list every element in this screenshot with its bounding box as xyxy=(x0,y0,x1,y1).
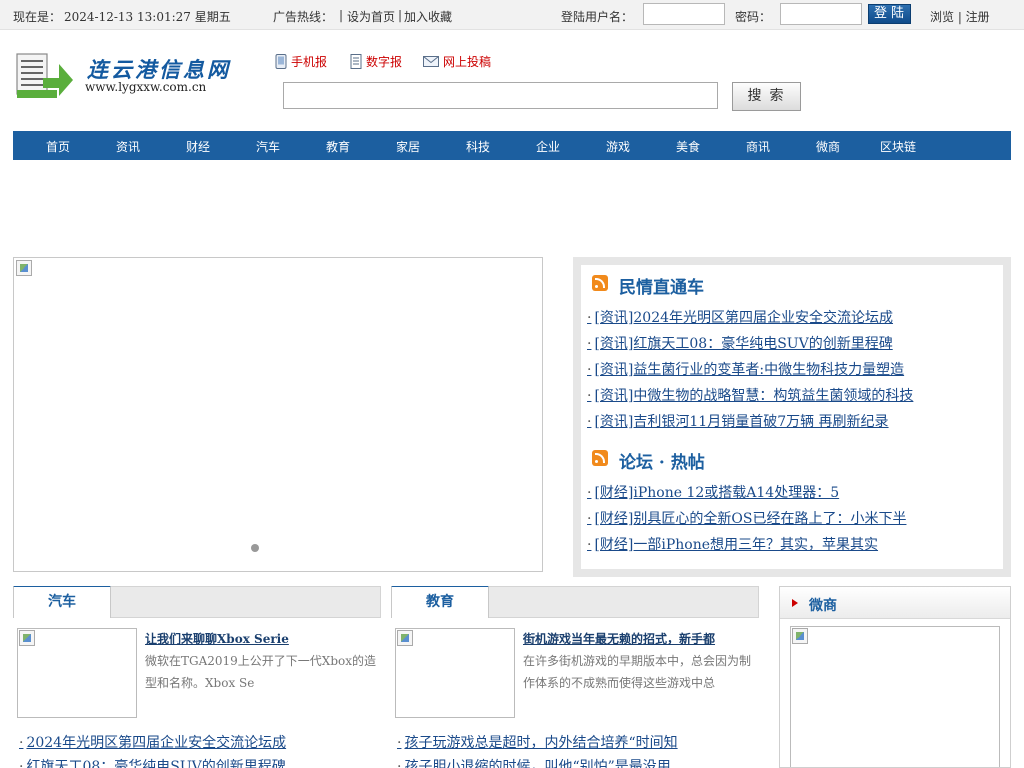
minqing-item[interactable]: · [资讯]红旗天工08：豪华纯电SUV的创新里程碑 xyxy=(587,333,893,353)
document-icon xyxy=(350,54,362,69)
nav-item-finance[interactable]: 财经 xyxy=(168,138,228,155)
mobile-news-label: 手机报 xyxy=(291,55,328,69)
education-feature-image[interactable] xyxy=(395,628,515,718)
weishang-title[interactable]: 微商 xyxy=(809,595,837,615)
digital-news-label: 数字报 xyxy=(366,55,403,69)
logo-icon xyxy=(16,53,73,98)
ad-hotline-label: 广告热线： xyxy=(273,10,334,24)
nav-item-news[interactable]: 资讯 xyxy=(98,138,158,155)
hot-news-panel-inner: 民情直通车 · [资讯]2024年光明区第四届企业安全交流论坛成 · [资讯]红旗天… xyxy=(581,265,1003,569)
minqing-item[interactable]: · [资讯]2024年光明区第四届企业安全交流论坛成 xyxy=(587,307,893,327)
nav-item-enterprise[interactable]: 企业 xyxy=(518,138,578,155)
education-list-item[interactable]: · 孩子胆小退缩的时候，叫他“别怕”是最没用 xyxy=(397,756,671,768)
weishang-image[interactable] xyxy=(790,626,1000,767)
forum-item[interactable]: · [财经]别具匠心的全新OS已经在路上了：小米下半 xyxy=(587,508,906,528)
username-input[interactable] xyxy=(643,3,725,25)
current-datetime: 2024-12-13 13:01:27 星期五 xyxy=(64,10,231,24)
weishang-header: 微商 xyxy=(780,587,1010,619)
tab-education[interactable]: 教育 xyxy=(391,586,489,618)
password-input[interactable] xyxy=(780,3,862,25)
education-list-item[interactable]: · 孩子玩游戏总是超时，内外结合培养“时间知 xyxy=(397,732,678,752)
auto-feature-desc: 微软在TGA2019上公开了下一代Xbox的造型和名称。Xbox Se xyxy=(145,654,377,690)
mail-icon xyxy=(423,56,439,67)
auto-list-item[interactable]: · 红旗天工08：豪华纯电SUV的创新里程碑 xyxy=(19,756,286,768)
forum-title: 论坛 · 热帖 xyxy=(619,453,705,473)
nav-item-business-news[interactable]: 商讯 xyxy=(728,138,788,155)
auto-section: 汽车 让我们来聊聊Xbox Serie 微软在TGA2019上公开了下一代Xbo… xyxy=(13,586,383,768)
login-button[interactable]: 登陆 xyxy=(868,4,911,24)
main-nav: 首页 资讯 财经 汽车 教育 家居 科技 企业 游戏 美食 商讯 微商 区块链 xyxy=(13,131,1011,160)
forum-item[interactable]: · [财经]iPhone 12或搭载A14处理器：5 xyxy=(587,482,839,502)
mobile-news-link[interactable]: 手机报 xyxy=(275,53,327,70)
minqing-item[interactable]: · [资讯]益生菌行业的变革者:中微生物科技力量塑造 xyxy=(587,359,904,379)
headline-slideshow[interactable] xyxy=(13,257,543,572)
username-label: 登陆用户名： xyxy=(561,10,634,24)
hot-news-panel: 民情直通车 · [资讯]2024年光明区第四届企业安全交流论坛成 · [资讯]红旗天… xyxy=(573,257,1011,577)
tab-auto[interactable]: 汽车 xyxy=(13,586,111,618)
nav-item-home[interactable]: 首页 xyxy=(28,138,88,155)
broken-image-icon xyxy=(19,630,35,646)
education-feature-title[interactable]: 街机游戏当年最无赖的招式，新手都 xyxy=(523,630,715,647)
education-section: 教育 街机游戏当年最无赖的招式，新手都 在许多街机游戏的早期版本中，总会因为制作… xyxy=(391,586,761,768)
minqing-item[interactable]: · [资讯]吉利银河11月销量首破7万辆 再刷新纪录 xyxy=(587,411,889,431)
add-bookmark-link[interactable]: 加入收藏 xyxy=(404,8,452,25)
search-button[interactable]: 搜索 xyxy=(732,82,801,111)
broken-image-icon xyxy=(792,628,808,644)
phone-icon xyxy=(275,54,287,69)
search-input[interactable] xyxy=(283,82,718,109)
nav-item-education[interactable]: 教育 xyxy=(308,138,368,155)
minqing-title: 民情直通车 xyxy=(619,278,704,298)
nav-item-tech[interactable]: 科技 xyxy=(448,138,508,155)
nav-item-games[interactable]: 游戏 xyxy=(588,138,648,155)
rss-icon xyxy=(592,450,608,466)
digital-news-link[interactable]: 数字报 xyxy=(350,53,402,70)
password-label: 密码： xyxy=(735,10,772,24)
online-submit-link[interactable]: 网上投稿 xyxy=(423,53,491,70)
nav-item-food[interactable]: 美食 xyxy=(658,138,718,155)
education-feature-desc: 在许多街机游戏的早期版本中，总会因为制作体系的不成熟而使得这些游戏中总 xyxy=(523,654,752,690)
browse-register-link[interactable]: 浏览 | 注册 xyxy=(930,8,990,25)
auto-feature-title[interactable]: 让我们来聊聊Xbox Serie xyxy=(145,630,289,647)
triangle-right-icon xyxy=(792,599,798,607)
now-label: 现在是： xyxy=(13,10,62,24)
topbar-separator: | xyxy=(398,8,403,22)
online-submit-label: 网上投稿 xyxy=(443,55,492,69)
forum-item[interactable]: · [财经]一部iPhone想用三年？其实，苹果其实 xyxy=(587,534,878,554)
auto-feature-image[interactable] xyxy=(17,628,137,718)
top-bar: 现在是： 2024-12-13 13:01:27 星期五 广告热线： | 设为首… xyxy=(0,0,1024,30)
site-logo[interactable]: 连云港信息网 www.lygxxw.com.cn xyxy=(15,50,228,105)
nav-item-weishang[interactable]: 微商 xyxy=(798,138,858,155)
broken-image-icon xyxy=(397,630,413,646)
rss-icon xyxy=(592,275,608,291)
broken-image-icon xyxy=(16,260,32,276)
weishang-section: 微商 xyxy=(779,586,1011,768)
logo-url: www.lygxxw.com.cn xyxy=(85,80,207,94)
minqing-item[interactable]: · [资讯]中微生物的战略智慧：构筑益生菌领域的科技 xyxy=(587,385,913,405)
auto-list-item[interactable]: · 2024年光明区第四届企业安全交流论坛成 xyxy=(19,732,286,752)
nav-item-blockchain[interactable]: 区块链 xyxy=(868,138,928,155)
set-homepage-link[interactable]: 设为首页 xyxy=(347,8,395,25)
topbar-separator: | xyxy=(339,8,344,22)
slide-indicator-dot[interactable] xyxy=(251,544,259,552)
nav-item-auto[interactable]: 汽车 xyxy=(238,138,298,155)
nav-item-home-living[interactable]: 家居 xyxy=(378,138,438,155)
